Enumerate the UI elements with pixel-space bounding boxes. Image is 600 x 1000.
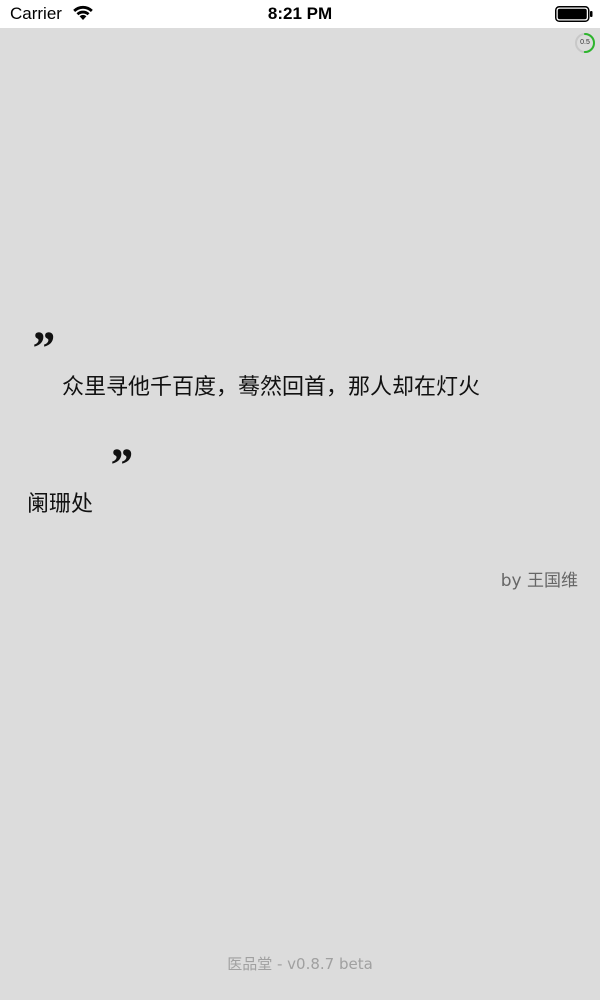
quote-author: by 王国维 [500,571,578,591]
battery-icon [555,6,593,22]
app-version-label: 医品堂 - v0.8.7 beta [227,955,373,973]
status-bar: Carrier 8:21 PM [0,0,600,28]
close-quote-mark: ” [108,439,132,492]
progress-label: 0.5 [580,39,590,46]
open-quote-mark: ” [30,322,54,375]
clock-time: 8:21 PM [267,4,333,23]
quote-text-line2: 阑珊处 [27,492,94,517]
quote-text-line1: 众里寻他千百度，蓦然回首，那人却在灯火 [62,375,481,400]
